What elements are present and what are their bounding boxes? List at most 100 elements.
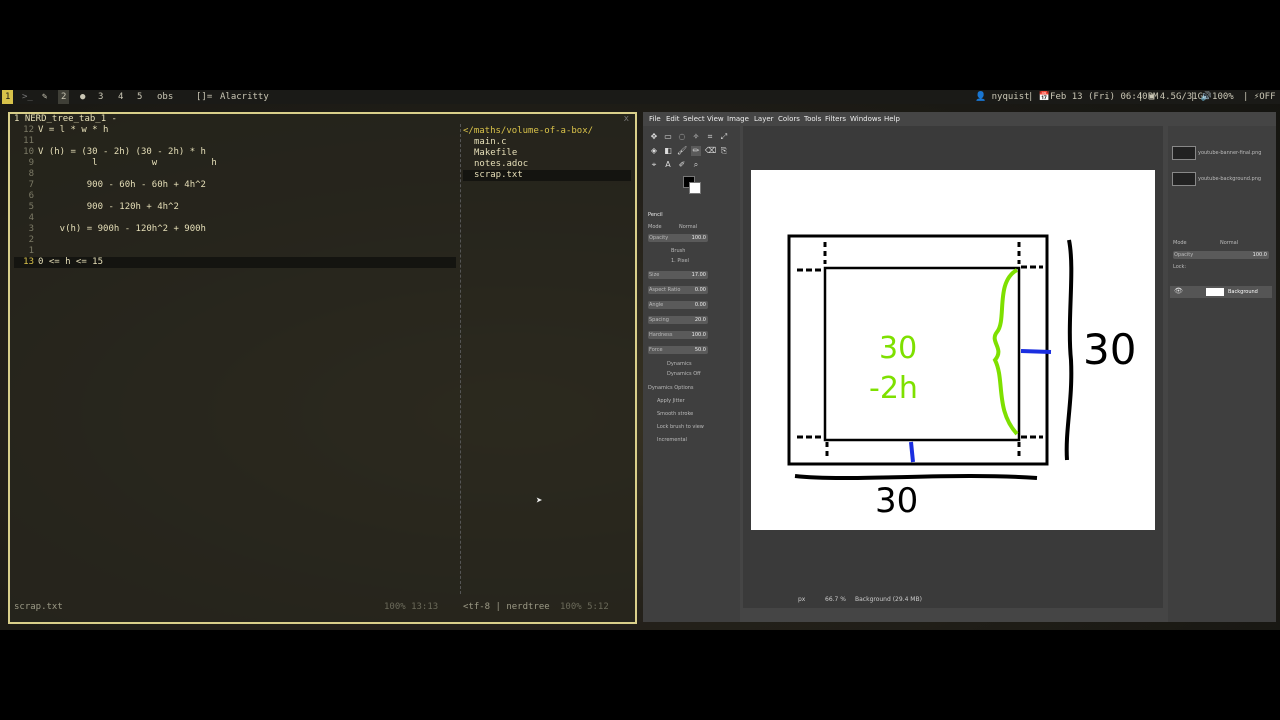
dynamics-label: Dynamics <box>667 361 692 367</box>
line-number: 7 <box>28 180 34 190</box>
code-line[interactable]: 9 l w h <box>14 158 456 169</box>
opacity-value: 100.0 <box>691 235 706 241</box>
layer-name[interactable]: Background <box>1228 287 1258 297</box>
smooth-stroke-checkbox[interactable]: Smooth stroke <box>657 409 693 419</box>
code-line[interactable]: 6 <box>14 191 456 202</box>
image-canvas[interactable]: 30 30 30 -2h <box>751 170 1155 530</box>
layout-indicator[interactable]: []= <box>196 90 212 104</box>
brush-thumb[interactable] <box>1172 146 1196 160</box>
spacing-slider[interactable]: Spacing 20.0 <box>648 316 708 324</box>
editor-pane[interactable]: 12 V = l * w * h 11 10 V (h) = (30 - 2h) (30… <box>14 125 456 268</box>
tree-file[interactable]: Makefile <box>463 148 631 159</box>
menu-windows[interactable]: Windows <box>850 115 881 123</box>
code-line[interactable]: 11 <box>14 136 456 147</box>
force-slider[interactable]: Force 50.0 <box>648 346 708 354</box>
hardness-slider[interactable]: Hardness 100.0 <box>648 331 708 339</box>
mode-label: Mode <box>648 224 662 230</box>
code-line[interactable]: 5 900 - 120h + 4h^2 <box>14 202 456 213</box>
bottom-brace <box>794 474 1038 480</box>
workspace-3[interactable]: 3 <box>98 90 103 104</box>
nerdtree-pane[interactable]: </maths/volume-of-a-box/ main.c Makefile… <box>463 126 631 181</box>
text-icon[interactable]: A <box>663 160 673 170</box>
statusline-tree: <tf-8 | nerdtree <box>463 602 550 612</box>
workspace-4[interactable]: 4 <box>118 90 123 104</box>
menu-filters[interactable]: Filters <box>825 115 846 123</box>
angle-slider[interactable]: Angle 0.00 <box>648 301 708 309</box>
lasso-icon[interactable]: ◌ <box>677 132 687 142</box>
fuzzy-select-icon[interactable]: ✧ <box>691 132 701 142</box>
code-line[interactable]: 12 V = l * w * h <box>14 125 456 136</box>
menu-colors[interactable]: Colors <box>778 115 800 123</box>
lock-brush-checkbox[interactable]: Lock brush to view <box>657 422 704 432</box>
brush-select[interactable]: 1. Pixel <box>671 256 689 266</box>
menu-file[interactable]: File <box>649 115 661 123</box>
code-line[interactable]: 8 <box>14 169 456 180</box>
unit-select[interactable]: px <box>798 596 805 603</box>
toolbox: ✥ ▭ ◌ ✧ ⌗ ⤢ ◈ ◧ 🖌 ✏ ⌫ ⎘ ⌖ A ✐ ⌕ Pencil M… <box>643 126 740 622</box>
terminal-window[interactable]: 1 NERD_tree_tab_1 - x 12 V = l * w * h 11 1… <box>8 112 637 624</box>
tree-file[interactable]: notes.adoc <box>463 159 631 170</box>
paintbrush-icon[interactable]: 🖌 <box>677 146 687 156</box>
bg-color-swatch[interactable] <box>689 182 701 194</box>
split-divider[interactable] <box>460 124 461 594</box>
code-line[interactable]: 2 <box>14 235 456 246</box>
tree-file[interactable]: main.c <box>463 137 631 148</box>
lock-label: Lock: <box>1173 264 1187 270</box>
brush-name[interactable]: youtube-banner-final.png <box>1198 148 1261 158</box>
gradient-icon[interactable]: ◧ <box>663 146 673 156</box>
path-icon[interactable]: ⌖ <box>649 160 659 170</box>
menu-help[interactable]: Help <box>884 115 900 123</box>
crop-icon[interactable]: ⌗ <box>705 132 715 142</box>
menu-view[interactable]: View <box>707 115 724 123</box>
workspace-2[interactable]: 2 <box>58 90 70 104</box>
menubar: File Edit Select View Image Layer Colors… <box>643 112 1276 126</box>
color-picker-icon[interactable]: ✐ <box>677 160 687 170</box>
brush-name[interactable]: youtube-background.png <box>1198 174 1261 184</box>
menu-tools[interactable]: Tools <box>804 115 821 123</box>
close-icon[interactable]: x <box>624 114 629 124</box>
workspace-5[interactable]: 5 <box>137 90 142 104</box>
clone-icon[interactable]: ⎘ <box>719 146 729 156</box>
menu-image[interactable]: Image <box>727 115 749 123</box>
move-tool-icon[interactable]: ✥ <box>649 132 659 142</box>
size-slider[interactable]: Size 17.00 <box>648 271 708 279</box>
layer-opacity-slider[interactable]: Opacity 100.0 <box>1173 251 1269 259</box>
tab-title[interactable]: 1 NERD_tree_tab_1 - <box>14 114 117 124</box>
menu-layer[interactable]: Layer <box>754 115 774 123</box>
tree-root[interactable]: </maths/volume-of-a-box/ <box>463 126 631 137</box>
menu-select[interactable]: Select <box>683 115 705 123</box>
incremental-checkbox[interactable]: Incremental <box>657 435 687 445</box>
angle-value: 0.00 <box>694 302 706 308</box>
aspect-value: 0.00 <box>694 287 706 293</box>
eye-icon[interactable]: 👁 <box>1174 287 1183 295</box>
canvas-viewport[interactable]: 30 30 30 -2h <box>743 126 1163 606</box>
layer-mode-select[interactable]: Normal <box>1220 238 1238 248</box>
workspace-obs[interactable]: obs <box>157 90 173 104</box>
transform-icon[interactable]: ⤢ <box>719 132 729 142</box>
layer-row[interactable]: 👁 Background <box>1170 286 1272 298</box>
menu-edit[interactable]: Edit <box>666 115 680 123</box>
user-name: nyquist <box>991 92 1030 102</box>
code-line[interactable]: 1 <box>14 246 456 257</box>
eraser-icon[interactable]: ⌫ <box>705 146 716 156</box>
gimp-window[interactable]: File Edit Select View Image Layer Colors… <box>643 112 1276 622</box>
code-line[interactable]: 13 0 <= h <= 15 <box>14 257 456 268</box>
rect-select-icon[interactable]: ▭ <box>663 132 673 142</box>
brush-thumb[interactable] <box>1172 172 1196 186</box>
apply-jitter-checkbox[interactable]: Apply Jitter <box>657 396 685 406</box>
code-line[interactable]: 4 <box>14 213 456 224</box>
code-line[interactable]: 10 V (h) = (30 - 2h) (30 - 2h) * h <box>14 147 456 158</box>
pencil-icon[interactable]: ✏ <box>691 146 701 156</box>
code-line[interactable]: 7 900 - 60h - 60h + 4h^2 <box>14 180 456 191</box>
mode-select[interactable]: Normal <box>679 222 697 232</box>
zoom-icon[interactable]: ⌕ <box>691 160 701 170</box>
dynamics-select[interactable]: Dynamics Off <box>667 369 701 379</box>
bucket-icon[interactable]: ◈ <box>649 146 659 156</box>
opacity-slider[interactable]: Opacity 100.0 <box>648 234 708 242</box>
aspect-slider[interactable]: Aspect Ratio 0.00 <box>648 286 708 294</box>
code-line[interactable]: 3 v(h) = 900h - 120h^2 + 900h <box>14 224 456 235</box>
zoom-select[interactable]: 66.7 % <box>825 596 846 603</box>
dynamics-options[interactable]: Dynamics Options <box>648 383 694 393</box>
tree-file[interactable]: scrap.txt <box>463 170 631 181</box>
workspace-1[interactable]: 1 <box>2 90 14 104</box>
